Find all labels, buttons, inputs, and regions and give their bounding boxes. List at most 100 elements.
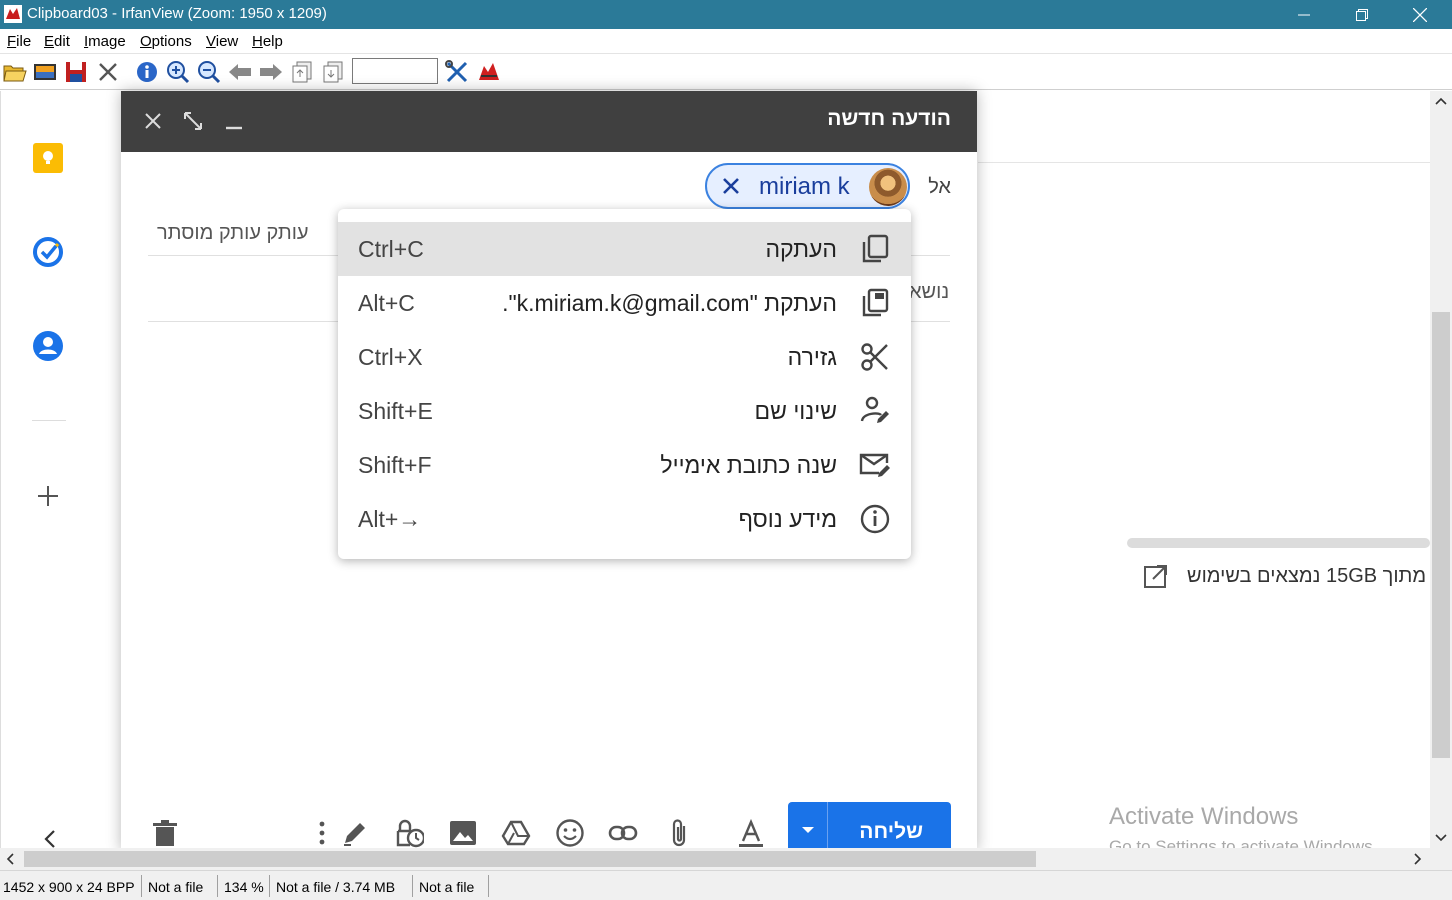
pen-icon [344, 823, 365, 846]
close-button[interactable] [1391, 0, 1449, 29]
scroll-right-icon[interactable] [1414, 853, 1422, 865]
zoom-out-button[interactable] [196, 59, 222, 85]
edit-person-icon [860, 396, 889, 423]
tasks-icon[interactable] [31, 235, 65, 269]
save-button[interactable] [63, 59, 89, 85]
arrow-right-icon [260, 64, 282, 80]
horizontal-scroll-thumb[interactable] [24, 851, 1036, 867]
copy-page-icon [292, 61, 312, 83]
menu-edit[interactable]: Edit [44, 33, 70, 50]
text-format-icon [739, 819, 763, 847]
edit-mail-icon [859, 453, 890, 477]
compose-fullscreen-button[interactable] [179, 107, 207, 135]
image-icon [450, 821, 476, 845]
open-external-icon[interactable] [1143, 563, 1169, 591]
horizontal-scrollbar[interactable] [0, 848, 1430, 870]
drive-button[interactable] [501, 818, 531, 848]
status-separator [141, 875, 142, 897]
signature-button[interactable] [340, 818, 370, 848]
shortcut-text: Alt+C [358, 290, 415, 316]
minimize-icon [226, 126, 242, 130]
tools-icon [445, 60, 468, 83]
menu-item-rename[interactable]: Shift+E שינוי שם [338, 384, 911, 438]
compose-minimize-button[interactable] [220, 107, 248, 135]
menu-item-copy-email[interactable]: Alt+C העתקת "k.miriam.k@gmail.com". [338, 276, 911, 330]
attach-button[interactable] [664, 818, 694, 848]
recipient-chip[interactable]: miriam k [705, 163, 910, 209]
delete-button[interactable] [95, 59, 121, 85]
drive-icon [501, 820, 531, 846]
menu-image[interactable]: Image [84, 33, 126, 50]
status-separator [269, 875, 270, 897]
menu-help[interactable]: Help [252, 33, 283, 50]
tasks-check-icon [33, 237, 63, 267]
vertical-scrollbar[interactable] [1430, 91, 1452, 848]
paste-button[interactable] [320, 59, 346, 85]
status-file-date: Not a file [419, 879, 475, 895]
storage-usage-text: מתוך 15GB נמצאים בשימוש [1187, 565, 1427, 587]
cc-bcc-links[interactable]: עותק עותק מוסתר [157, 222, 309, 245]
window-title: Clipboard03 - IrfanView (Zoom: 1950 x 12… [27, 5, 327, 22]
menu-item-cut[interactable]: Ctrl+X גזירה [338, 330, 911, 384]
subject-label: נושא [909, 281, 950, 303]
collapse-sidebar-button[interactable] [33, 822, 67, 848]
open-button[interactable] [2, 59, 28, 85]
compose-close-button[interactable] [139, 107, 167, 135]
next-button[interactable] [258, 59, 284, 85]
shortcut-text: Ctrl+X [358, 344, 423, 370]
menu-item-more-info[interactable]: Alt+→ מידע נוסף [338, 492, 911, 546]
shortcut-text: Shift+E [358, 398, 433, 424]
shortcut-text: Ctrl+C [358, 236, 424, 262]
restore-button[interactable] [1333, 0, 1391, 29]
irfanview-icon [4, 5, 22, 23]
keep-icon[interactable] [31, 141, 65, 175]
info-icon [860, 504, 890, 534]
expand-icon [184, 112, 202, 130]
menu-options[interactable]: Options [140, 33, 192, 50]
formatting-button[interactable] [736, 818, 766, 848]
more-options-button[interactable] [307, 818, 337, 848]
scroll-down-icon[interactable] [1435, 834, 1447, 842]
compose-title: הודעה חדשה [827, 107, 951, 130]
trash-icon [153, 820, 177, 846]
recipient-context-menu: Ctrl+C העתקה Alt+C העתקת "k.miriam.k@gma… [338, 209, 911, 559]
scroll-left-icon[interactable] [6, 853, 14, 865]
zoom-input[interactable] [352, 58, 438, 84]
paste-page-icon [323, 61, 343, 83]
minimize-button[interactable] [1275, 0, 1333, 29]
contacts-icon[interactable] [31, 329, 65, 363]
paperclip-icon [672, 819, 686, 847]
avatar [869, 168, 907, 206]
to-label: אל [928, 176, 951, 198]
zoom-in-button[interactable] [165, 59, 191, 85]
insert-photo-button[interactable] [448, 818, 478, 848]
status-file-size: Not a file / 3.74 MB [276, 879, 396, 895]
copy-icon [862, 234, 889, 263]
add-app-button[interactable] [31, 479, 65, 513]
save-icon [66, 62, 86, 82]
properties-button[interactable] [444, 59, 470, 85]
menu-file[interactable]: File [7, 33, 31, 50]
schedule-button[interactable] [394, 818, 424, 848]
scissors-icon [861, 343, 888, 371]
info-button[interactable] [134, 59, 160, 85]
copy-button[interactable] [289, 59, 315, 85]
exit-button[interactable] [476, 59, 502, 85]
menu-item-change-email[interactable]: Shift+F שנה כתובת אימייל [338, 438, 911, 492]
title-bar: Clipboard03 - IrfanView (Zoom: 1950 x 12… [0, 0, 1452, 29]
remove-recipient-icon[interactable] [719, 174, 743, 198]
insert-link-button[interactable] [608, 818, 638, 848]
minimize-icon [1298, 14, 1310, 15]
previous-button[interactable] [227, 59, 253, 85]
slideshow-button[interactable] [32, 59, 58, 85]
discard-button[interactable] [150, 818, 180, 848]
close-icon [145, 113, 161, 129]
scroll-up-icon[interactable] [1435, 97, 1447, 105]
vertical-scroll-thumb[interactable] [1432, 312, 1450, 758]
delete-x-icon [99, 63, 117, 81]
emoji-button[interactable] [555, 818, 585, 848]
menu-item-copy[interactable]: Ctrl+C העתקה [338, 222, 911, 276]
menu-view[interactable]: View [206, 33, 238, 50]
sidebar-divider [32, 420, 66, 421]
status-bar: 1452 x 900 x 24 BPP Not a file 134 % Not… [0, 870, 1452, 900]
